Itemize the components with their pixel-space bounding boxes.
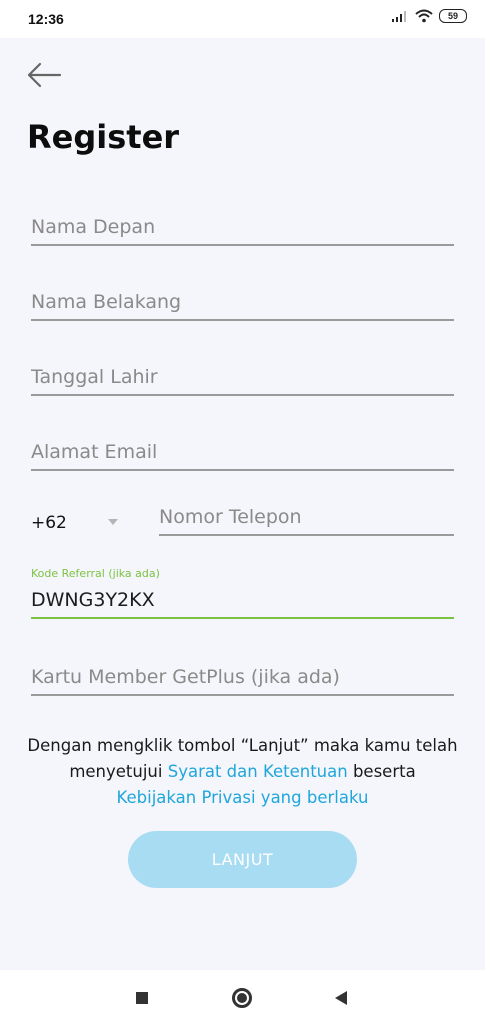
referral-input[interactable] — [31, 589, 454, 617]
phone-underline — [159, 534, 454, 536]
email-input[interactable] — [31, 441, 454, 469]
referral-label: Kode Referral (jika ada) — [31, 567, 160, 580]
last-name-field[interactable] — [31, 291, 454, 321]
terms-link[interactable]: Syarat dan Ketentuan — [168, 762, 348, 781]
birth-date-input[interactable] — [31, 366, 454, 394]
email-field[interactable] — [31, 441, 454, 471]
page-title: Register — [27, 118, 180, 156]
back-arrow-icon[interactable] — [24, 60, 64, 90]
first-name-underline — [31, 244, 454, 246]
referral-field[interactable] — [31, 589, 454, 619]
wifi-icon — [415, 9, 433, 23]
status-time: 12:36 — [28, 11, 64, 27]
nav-back-icon[interactable] — [335, 991, 347, 1005]
country-code-select[interactable]: +62 — [31, 513, 67, 533]
referral-underline — [31, 617, 454, 619]
member-card-input[interactable] — [31, 666, 454, 694]
birth-date-field[interactable] — [31, 366, 454, 396]
home-icon[interactable] — [232, 988, 252, 1008]
first-name-field[interactable] — [31, 216, 454, 246]
last-name-underline — [31, 319, 454, 321]
first-name-input[interactable] — [31, 216, 454, 244]
phone-input[interactable] — [159, 506, 454, 534]
member-card-field[interactable] — [31, 666, 454, 696]
email-underline — [31, 469, 454, 471]
last-name-input[interactable] — [31, 291, 454, 319]
chevron-down-icon[interactable] — [108, 519, 118, 525]
signal-icon — [392, 11, 406, 22]
submit-button[interactable]: LANJUT — [128, 831, 357, 888]
navigation-bar — [0, 970, 485, 1024]
battery-icon: 59 — [439, 9, 467, 23]
terms-middle: beserta — [347, 762, 416, 781]
status-icons: 59 — [391, 9, 467, 23]
birth-date-underline — [31, 394, 454, 396]
privacy-link[interactable]: Kebijakan Privasi yang berlaku — [117, 788, 369, 807]
terms-text: Dengan mengklik tombol “Lanjut” maka kam… — [20, 733, 465, 811]
member-card-underline — [31, 694, 454, 696]
phone-field[interactable] — [159, 506, 454, 536]
status-bar: 12:36 59 — [0, 0, 485, 38]
recents-icon[interactable] — [136, 992, 148, 1004]
